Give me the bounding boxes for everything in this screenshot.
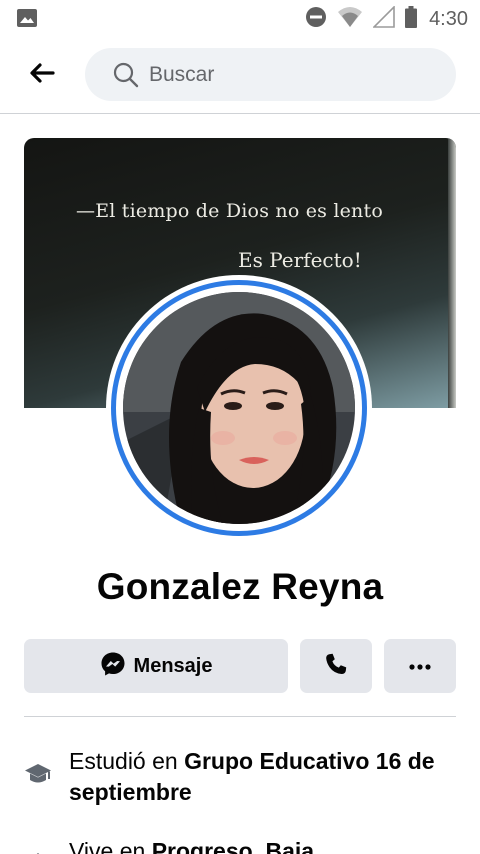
top-nav: Buscar <box>0 36 480 114</box>
section-divider <box>24 716 456 717</box>
call-button[interactable] <box>300 639 372 693</box>
status-icons: 4:30 <box>305 5 468 33</box>
wifi-icon <box>337 6 363 33</box>
cover-quote-line2: Es Perfecto! <box>238 248 362 272</box>
search-icon <box>113 62 139 88</box>
status-bar: 4:30 <box>0 0 480 36</box>
cover-edge <box>448 138 456 408</box>
phone-icon <box>324 652 348 681</box>
info-education-text: Estudió en Grupo Educativo 16 de septiem… <box>69 746 456 808</box>
arrow-left-icon <box>29 62 55 89</box>
search-input[interactable]: Buscar <box>85 48 456 101</box>
back-button[interactable] <box>26 60 58 90</box>
message-button[interactable]: Mensaje <box>24 639 288 693</box>
battery-icon <box>405 6 418 33</box>
do-not-disturb-icon <box>305 6 327 33</box>
messenger-icon <box>100 651 126 682</box>
search-placeholder: Buscar <box>149 62 215 86</box>
more-options-button[interactable] <box>384 639 456 693</box>
more-dots-icon <box>409 657 431 675</box>
signal-icon <box>372 5 395 33</box>
avatar-container[interactable] <box>106 275 372 541</box>
avatar <box>123 292 355 524</box>
info-residence-prefix: Vive en <box>69 838 152 854</box>
graduation-cap-icon <box>24 760 52 788</box>
cover-quote-line1: —El tiempo de Dios no es lento <box>76 200 383 222</box>
home-icon <box>24 850 52 854</box>
story-ring <box>111 280 367 536</box>
status-time: 4:30 <box>429 8 468 30</box>
info-education-prefix: Estudió en <box>69 748 185 774</box>
gallery-icon <box>16 8 38 33</box>
info-residence-text: Vive en Progreso, Baja <box>69 836 456 854</box>
profile-name: Gonzalez Reyna <box>96 566 384 607</box>
profile-actions: Mensaje <box>24 639 456 693</box>
message-button-label: Mensaje <box>133 654 213 677</box>
info-residence-value: Progreso, Baja <box>151 838 315 854</box>
